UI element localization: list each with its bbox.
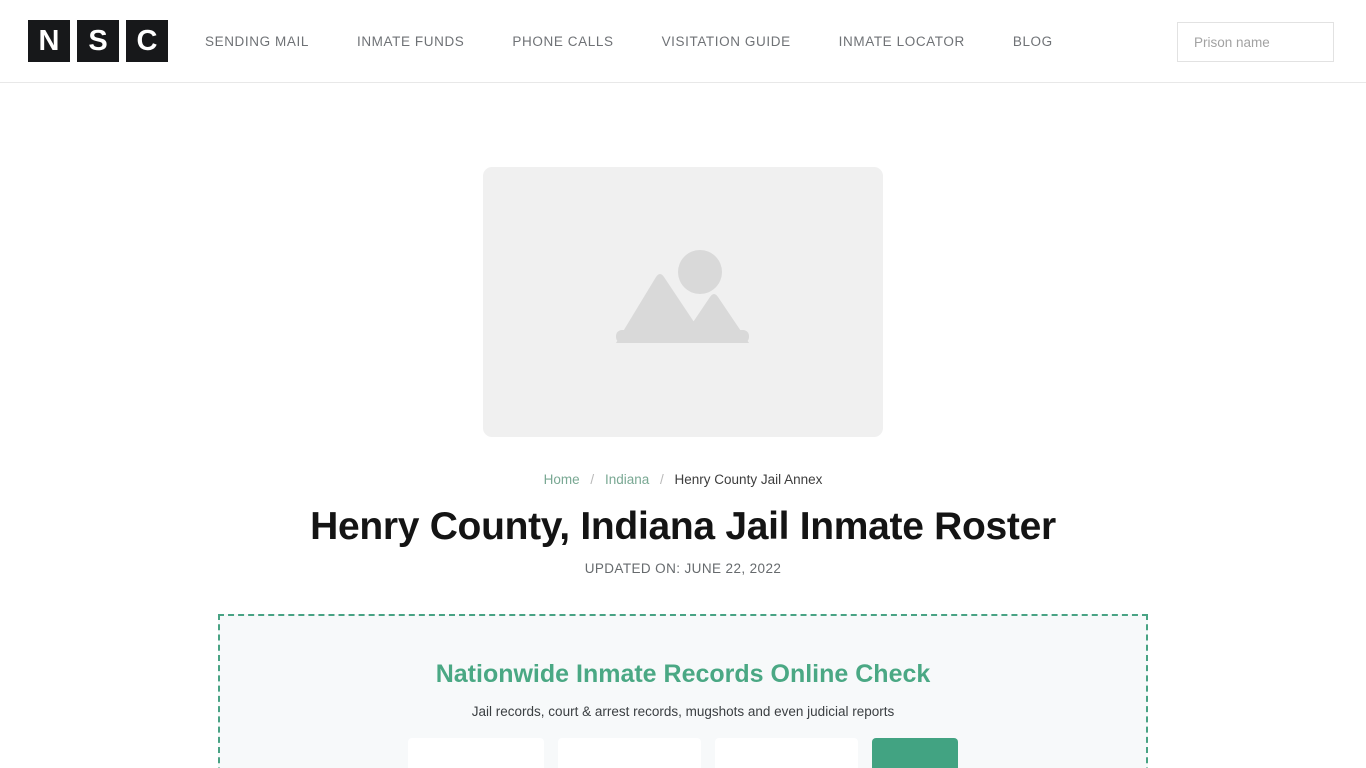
promo-state-input[interactable] [715,738,858,768]
nav-item-phone-calls[interactable]: PHONE CALLS [488,34,637,49]
site-logo[interactable]: N S C [28,20,168,62]
promo-title: Nationwide Inmate Records Online Check [435,660,931,688]
logo-tile-n: N [28,20,70,62]
promo-last-name-input[interactable] [558,738,701,768]
prison-search-box[interactable] [1177,22,1366,62]
breadcrumb-separator-2: / [660,472,664,487]
nav-item-inmate-locator[interactable]: INMATE LOCATOR [815,34,989,49]
main-navigation: SENDING MAIL INMATE FUNDS PHONE CALLS VI… [205,0,1077,83]
updated-on-label: UPDATED ON: JUNE 22, 2022 [584,561,782,576]
inmate-records-search-form [220,738,1146,768]
hero-image-placeholder [483,167,883,437]
logo-tile-c: C [126,20,168,62]
nav-item-visitation-guide[interactable]: VISITATION GUIDE [638,34,815,49]
logo-tile-s: S [77,20,119,62]
promo-first-name-input[interactable] [408,738,544,768]
site-header: N S C SENDING MAIL INMATE FUNDS PHONE CA… [0,0,1366,83]
nav-item-sending-mail[interactable]: SENDING MAIL [205,34,333,49]
promo-search-button[interactable] [872,738,958,768]
breadcrumb-item-home[interactable]: Home [544,472,580,487]
page-title: Henry County, Indiana Jail Inmate Roster [310,505,1056,548]
image-placeholder-icon [616,249,749,343]
nav-item-blog[interactable]: BLOG [989,34,1077,49]
breadcrumb-item-current: Henry County Jail Annex [674,472,823,487]
inmate-records-promo: Nationwide Inmate Records Online Check J… [218,614,1148,768]
promo-subtitle: Jail records, court & arrest records, mu… [471,704,895,719]
breadcrumb-separator-1: / [590,472,595,487]
breadcrumb: Home / Indiana / Henry County Jail Annex [0,472,1366,487]
prison-search-input[interactable] [1178,23,1366,61]
breadcrumb-item-indiana[interactable]: Indiana [605,472,649,487]
nav-item-inmate-funds[interactable]: INMATE FUNDS [333,34,488,49]
